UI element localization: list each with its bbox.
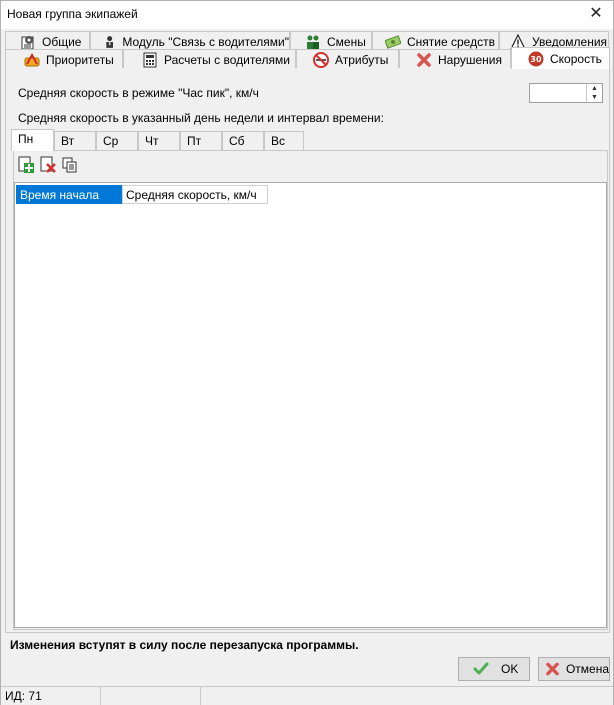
tab-day-fri[interactable]: Пт	[180, 131, 222, 150]
status-id: ИД: 71	[1, 687, 101, 705]
tab-day-tue-label: Вт	[61, 134, 75, 148]
column-header-avg-speed[interactable]: Средняя скорость, км/ч	[122, 185, 268, 204]
tab-driver-settlements[interactable]: Расчеты с водителями	[123, 49, 296, 69]
ok-button-label: OK	[501, 662, 519, 676]
delete-row-button[interactable]	[39, 156, 57, 174]
priority-icon	[24, 52, 40, 66]
tab-day-fri-label: Пт	[187, 134, 202, 148]
tab-withdrawal-label: Снятие средств	[407, 34, 495, 49]
title-bar: Новая группа экипажей ✕	[1, 1, 613, 29]
tab-priorities[interactable]: Приоритеты	[5, 49, 123, 69]
red-x-icon	[417, 52, 431, 67]
money-icon	[385, 34, 401, 49]
tab-shifts-label: Смены	[327, 34, 366, 49]
tab-shifts[interactable]: Смены	[290, 31, 372, 51]
tab-day-thu-label: Чт	[145, 134, 159, 148]
tab-speed[interactable]: 30 Скорость	[511, 47, 610, 69]
shifts-icon	[307, 35, 319, 49]
tab-general-label: Общие	[42, 34, 82, 49]
tab-attributes[interactable]: Атрибуты	[296, 49, 399, 69]
speed-schedule-table[interactable]: Время начала Средняя скорость, км/ч	[14, 182, 607, 628]
tab-driver-module-label: Модуль "Связь с водителями"	[122, 34, 289, 49]
schedule-label: Средняя скорость в указанный день недели…	[18, 111, 384, 125]
status-section	[101, 687, 201, 705]
tab-general[interactable]: Общие	[5, 31, 90, 51]
tab-day-mon[interactable]: Пн	[11, 129, 54, 151]
tab-day-wed[interactable]: Ср	[96, 131, 138, 150]
window-title: Новая группа экипажей	[7, 7, 138, 21]
tab-day-mon-label: Пн	[18, 132, 34, 146]
spin-up-icon[interactable]: ▲	[587, 84, 602, 93]
rush-hour-label: Средняя скорость в режиме "Час пик", км/…	[18, 86, 259, 100]
tab-day-tue[interactable]: Вт	[54, 131, 96, 150]
add-row-button[interactable]	[17, 156, 35, 174]
tab-day-sat-label: Сб	[229, 134, 245, 148]
tab-attributes-label: Атрибуты	[335, 52, 389, 67]
tab-speed-label: Скорость	[550, 51, 602, 66]
cancel-button[interactable]: Отмена	[538, 657, 610, 681]
column-header-start-time[interactable]: Время начала	[16, 185, 122, 204]
restart-notice: Изменения вступят в силу после перезапус…	[10, 638, 359, 652]
check-icon	[473, 662, 489, 675]
add-row-icon	[18, 156, 34, 173]
calculator-icon	[143, 52, 157, 67]
tab-day-thu[interactable]: Чт	[138, 131, 180, 150]
tab-day-sat[interactable]: Сб	[222, 131, 264, 150]
copy-button[interactable]	[61, 156, 79, 174]
spin-buttons[interactable]: ▲ ▼	[586, 84, 602, 102]
tab-withdrawal[interactable]: Снятие средств	[372, 31, 499, 51]
tab-priorities-label: Приоритеты	[46, 52, 114, 67]
cancel-x-icon	[546, 662, 559, 676]
speed-limit-icon: 30	[528, 51, 544, 66]
tab-day-sun[interactable]: Вс	[264, 131, 304, 150]
tab-day-sun-label: Вс	[271, 134, 286, 148]
tab-violations-label: Нарушения	[438, 52, 503, 67]
close-button[interactable]: ✕	[583, 3, 609, 25]
dialog-window: Новая группа экипажей ✕ Общие Модуль "Св…	[0, 0, 614, 705]
tab-driver-settlements-label: Расчеты с водителями	[164, 52, 290, 67]
tab-day-wed-label: Ср	[103, 134, 119, 148]
status-bar: ИД: 71	[1, 686, 613, 705]
rush-hour-speed-input[interactable]: ▲ ▼	[529, 83, 603, 103]
speed-sign-number: 30	[530, 55, 542, 64]
driver-icon	[106, 35, 113, 48]
no-smoking-icon	[313, 51, 329, 68]
tab-driver-module[interactable]: Модуль "Связь с водителями"	[90, 31, 290, 51]
spin-down-icon[interactable]: ▼	[587, 93, 602, 102]
settings-page-icon	[21, 35, 34, 49]
ok-button[interactable]: OK	[458, 657, 530, 681]
close-icon: ✕	[589, 5, 603, 22]
copy-icon	[62, 157, 77, 173]
tab-violations[interactable]: Нарушения	[399, 49, 511, 69]
cancel-button-label: Отмена	[565, 662, 609, 676]
delete-row-icon	[40, 156, 56, 173]
